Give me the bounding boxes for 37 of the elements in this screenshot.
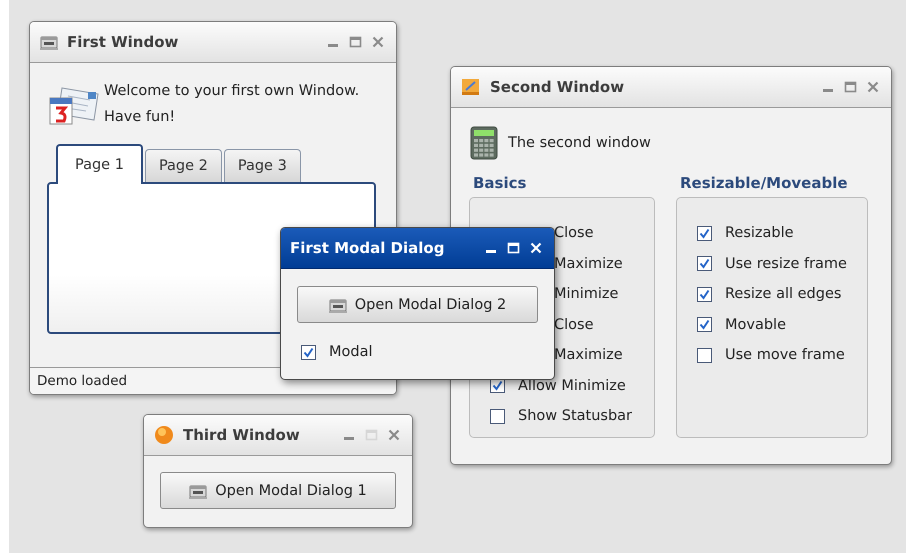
option-label: Resize all edges — [725, 286, 842, 302]
checkbox[interactable] — [301, 344, 316, 360]
checkbox[interactable] — [490, 408, 505, 424]
group-title: Resizable/Moveable — [679, 174, 849, 194]
option-label: Modal — [329, 344, 372, 360]
message-text: The second window — [508, 135, 651, 151]
option-label: Maximize — [554, 347, 623, 364]
option-label: Resizable — [725, 225, 794, 242]
title-bar[interactable]: First Modal Dialog — [281, 228, 554, 269]
checkbox[interactable] — [697, 256, 712, 272]
option-label: Show Statusbar — [518, 408, 632, 424]
open-dialog-button[interactable]: Open Modal Dialog 2 — [297, 286, 538, 323]
option-label: Movable — [725, 316, 786, 333]
window-title: Second Window — [490, 78, 624, 96]
checkbox[interactable] — [697, 348, 712, 363]
open-dialog-button[interactable]: Open Modal Dialog 1 — [160, 472, 396, 509]
option-label: Close — [554, 316, 594, 333]
option-label: Maximize — [554, 256, 623, 272]
option-label: Minimize — [554, 286, 618, 302]
checkbox[interactable] — [697, 286, 712, 302]
window-title: First Modal Dialog — [290, 239, 444, 257]
option-label: Close — [554, 225, 594, 242]
message-text: Welcome to your first own Window. Have fun! — [104, 82, 360, 127]
tab[interactable]: Page 3 — [224, 149, 301, 182]
group-title: Basics — [472, 174, 528, 194]
notepad-icon — [461, 78, 481, 96]
calculator-icon — [470, 126, 498, 160]
tab[interactable]: Page 2 — [144, 149, 222, 182]
window-title: Third Window — [183, 426, 300, 444]
ball-icon — [154, 425, 174, 445]
option-label: Use resize frame — [725, 256, 847, 272]
checkbox[interactable] — [697, 226, 712, 241]
checkbox[interactable] — [697, 317, 712, 332]
option-label: Use move frame — [725, 347, 845, 364]
window-title: First Window — [67, 33, 178, 51]
tab[interactable]: Page 1 — [56, 144, 143, 184]
option-label: Allow Minimize — [518, 378, 626, 394]
